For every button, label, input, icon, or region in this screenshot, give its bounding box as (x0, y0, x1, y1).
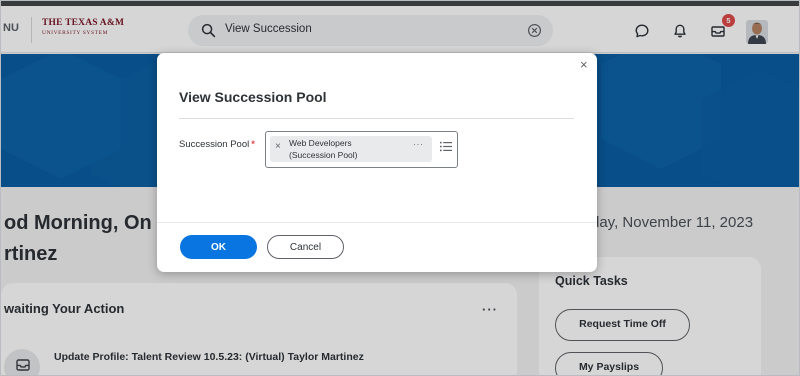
dialog-title: View Succession Pool (179, 89, 327, 105)
succession-pool-label-text: Succession Pool (179, 139, 250, 150)
footer-divider (157, 222, 597, 223)
close-icon[interactable]: × (580, 58, 588, 71)
selected-pool-text: Web Developers (Succession Pool) (289, 138, 358, 161)
selected-pool-line-1: Web Developers (289, 138, 352, 148)
app-window: NU THE TEXAS A&M UNIVERSITY SYSTEM View … (0, 0, 800, 376)
selected-succession-pool-pill[interactable]: × Web Developers (Succession Pool) ··· (270, 136, 432, 162)
cancel-button[interactable]: Cancel (267, 235, 344, 259)
remove-selection-icon[interactable]: × (275, 142, 281, 152)
succession-pool-label: Succession Pool * (179, 139, 255, 150)
selected-pool-line-2: (Succession Pool) (289, 149, 358, 160)
list-prompt-icon[interactable] (440, 141, 452, 152)
pill-more-options-icon[interactable]: ··· (413, 139, 424, 149)
succession-pool-prompt[interactable]: × Web Developers (Succession Pool) ··· (265, 131, 458, 168)
view-succession-pool-dialog: × View Succession Pool Succession Pool * … (157, 53, 597, 272)
title-divider (179, 118, 574, 119)
required-marker: * (251, 139, 255, 150)
ok-button[interactable]: OK (180, 235, 257, 259)
